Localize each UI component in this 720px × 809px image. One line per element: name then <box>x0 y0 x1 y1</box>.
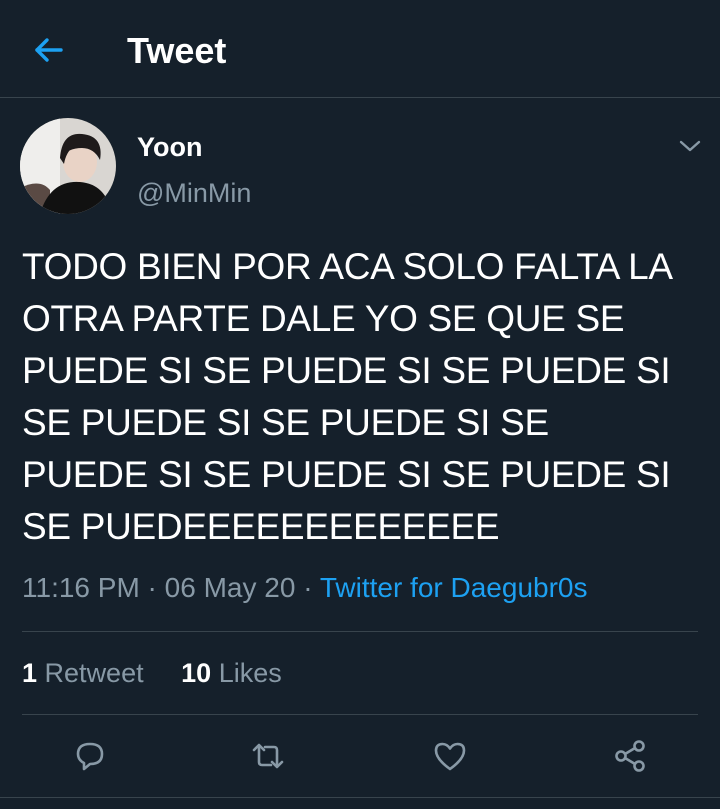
tweet-source-link[interactable]: Twitter for Daegubr0s <box>320 572 588 603</box>
like-icon <box>434 742 466 771</box>
reply-icon <box>76 742 104 771</box>
page-title: Tweet <box>127 30 227 71</box>
retweets-label: Retweet <box>44 658 144 688</box>
tweet-time[interactable]: 11:16 PM <box>22 572 140 603</box>
meta-separator: · <box>295 572 320 603</box>
share-button[interactable] <box>608 734 652 778</box>
retweet-button[interactable] <box>246 734 290 778</box>
retweets-count: 1 <box>22 658 38 688</box>
likes-count: 10 <box>181 658 212 688</box>
author-username[interactable]: @MinMin <box>137 177 251 209</box>
share-icon <box>615 740 645 772</box>
tweet-stats: 1 Retweet 10 Likes <box>22 655 282 691</box>
retweet-icon <box>252 743 284 769</box>
tweet-metadata: 11:16 PM · 06 May 20 · Twitter for Daegu… <box>22 570 587 606</box>
avatar[interactable] <box>20 118 116 214</box>
likes-label: Likes <box>218 658 282 688</box>
author-display-name[interactable]: Yoon <box>137 131 202 163</box>
tweet-actions-bar <box>0 728 720 784</box>
like-button[interactable] <box>428 734 472 778</box>
back-button[interactable] <box>28 30 68 70</box>
divider <box>22 714 698 715</box>
reply-button[interactable] <box>68 734 112 778</box>
meta-separator: · <box>139 572 165 603</box>
avatar-photo-icon <box>20 118 116 214</box>
back-arrow-icon <box>35 38 63 62</box>
top-bar: Tweet <box>0 0 720 98</box>
bottom-divider <box>0 797 720 798</box>
tweet-date[interactable]: 06 May 20 <box>165 572 296 603</box>
divider <box>22 631 698 632</box>
chevron-down-icon <box>679 140 701 152</box>
likes-stat[interactable]: 10 Likes <box>181 658 282 688</box>
tweet-text: TODO BIEN POR ACA SOLO FALTA LA OTRA PAR… <box>22 246 671 547</box>
more-options-button[interactable] <box>674 130 706 162</box>
tweet-detail-screen: Tweet Yoon @MinMin TODO BIEN POR ACA SOL… <box>0 0 720 809</box>
retweets-stat[interactable]: 1 Retweet <box>22 658 144 688</box>
